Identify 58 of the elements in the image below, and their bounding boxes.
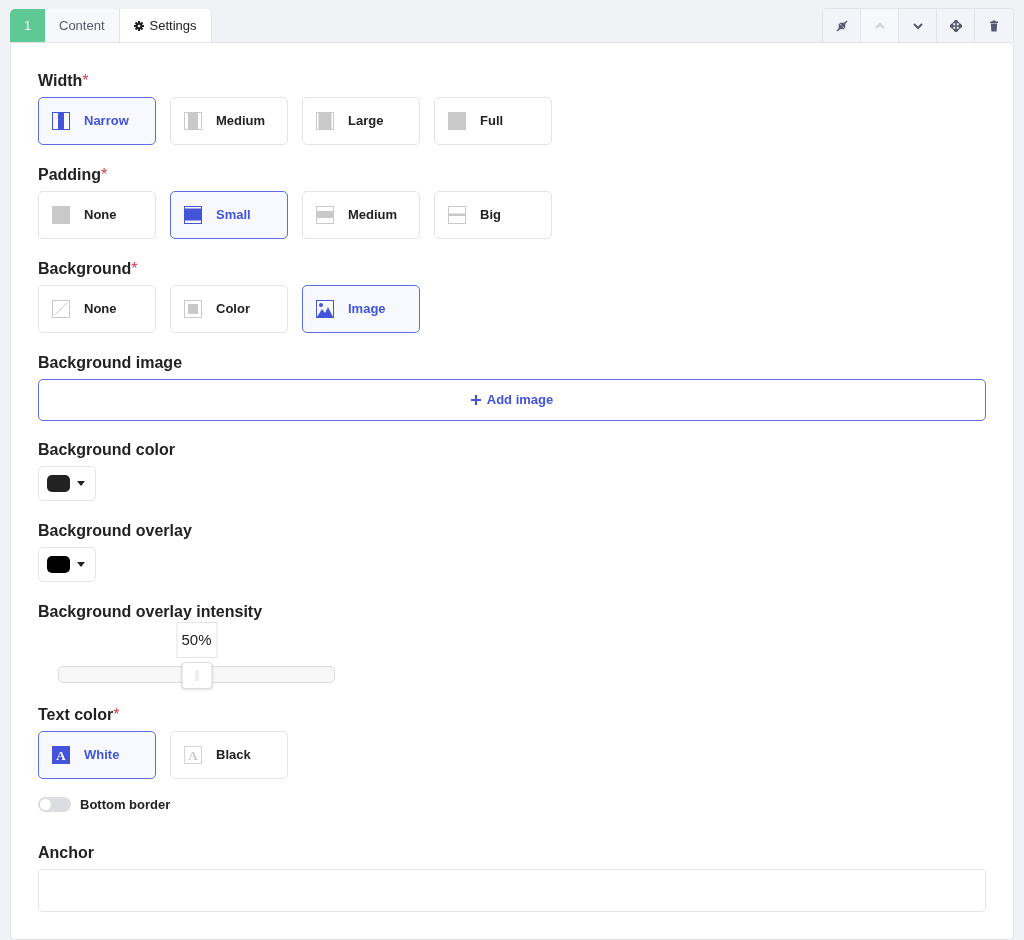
option-button[interactable]: Color [170,285,288,333]
color-picker[interactable] [38,466,96,501]
layout-icon [316,112,334,130]
toggle-switch[interactable] [38,797,71,813]
tab[interactable]: Content [45,9,120,42]
add-image-button[interactable]: Add image [38,379,986,421]
layout-icon [52,206,70,224]
layout-icon [52,112,70,130]
layout-icon [316,206,334,224]
required-asterisk: * [101,165,108,185]
option-button[interactable]: Full [434,97,552,145]
caret-icon [77,481,85,486]
layout-icon [184,300,202,318]
field-label: Background color [38,440,175,460]
toolbar-button[interactable] [937,9,975,42]
required-asterisk: * [113,705,120,725]
color-picker[interactable] [38,547,96,582]
option-button[interactable]: Image [302,285,420,333]
letter-icon: A [52,746,70,764]
option-button[interactable]: Large [302,97,420,145]
field-label: Background [38,259,132,279]
required-asterisk: * [82,71,89,91]
field-label: Width [38,71,83,91]
layout-icon [184,206,202,224]
option-button[interactable]: None [38,191,156,239]
toolbar-button[interactable] [823,9,861,42]
image-icon [316,300,334,318]
move-icon [949,19,962,32]
collapse-icon [835,19,848,32]
option-button[interactable]: Narrow [38,97,156,145]
caret-icon [77,562,85,567]
option-button[interactable]: Medium [302,191,420,239]
slider-thumb[interactable] [181,662,212,689]
anchor-input[interactable] [38,868,986,912]
required-asterisk: * [131,259,138,279]
slider-value: 50% [176,622,217,658]
toolbar-button[interactable] [975,9,1013,42]
option-button[interactable]: A White [38,731,156,779]
layout-icon [184,112,202,130]
trash-icon [988,19,1000,32]
field-label: Anchor [38,842,94,863]
field-label: Padding [38,165,102,185]
tab[interactable]: Settings [119,9,212,42]
gear-icon [133,20,144,31]
field-label: Background overlay [38,521,192,541]
option-button[interactable]: Small [170,191,288,239]
plus-icon [470,395,481,405]
option-button[interactable]: Big [434,191,552,239]
field-label: Background image [38,353,183,373]
field-label: Text color [38,705,114,725]
toggle-label: Bottom border [80,796,171,814]
block-number: 1 [10,9,45,42]
option-button[interactable]: Medium [170,97,288,145]
option-button[interactable]: None [38,285,156,333]
layout-icon [52,300,70,318]
layout-icon [448,206,466,224]
layout-icon [448,112,466,130]
field-label: Background overlay intensity [38,602,263,622]
